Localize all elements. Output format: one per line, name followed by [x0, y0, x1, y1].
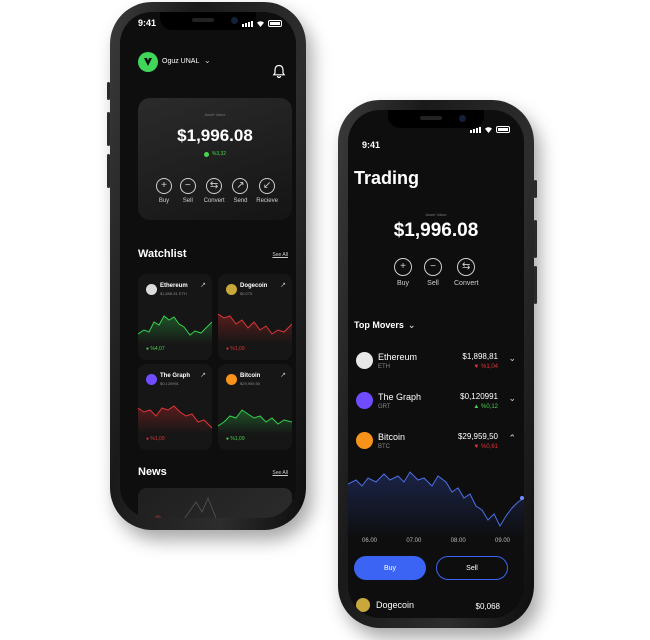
mover-bitcoin[interactable]: Bitcoin BTC $29,959,50 ▼ %0,61 ⌃: [356, 426, 516, 466]
chart-time-axis: 06.00 07.00 08.00 09.00: [362, 538, 510, 544]
chevron-down-icon[interactable]: ⌄: [204, 56, 211, 65]
change-value: ● %4,07: [146, 346, 165, 352]
signal-icon: [242, 20, 253, 27]
battery-icon: [496, 126, 510, 133]
send-icon: ↗: [232, 178, 249, 194]
watchlist-title: Watchlist: [138, 248, 187, 260]
chart-cursor: [520, 496, 524, 500]
convert-icon: ⇆: [457, 258, 476, 276]
balance-change: %3,32: [138, 151, 292, 157]
dogecoin-icon: [226, 284, 237, 295]
page-title: Trading: [354, 168, 420, 188]
time-tick: 07.00: [406, 538, 422, 544]
up-arrow-icon: [203, 151, 209, 157]
bitcoin-icon: [356, 432, 373, 449]
sparkline: [218, 313, 292, 344]
chevron-down-icon[interactable]: ⌄: [508, 353, 516, 364]
status-time: 9:41: [362, 140, 381, 150]
sparkline: [138, 315, 212, 344]
time-tick: 06.00: [362, 538, 378, 544]
watchlist-card-dogecoin[interactable]: Dogecoin $0,075 ↗ ● %1,09: [218, 274, 292, 360]
ethereum-icon: [146, 284, 157, 295]
watchlist-card-bitcoin[interactable]: Bitcoin $29,959,50 ↗ ● %1,09: [218, 364, 292, 450]
bitcoin-icon: [226, 374, 237, 385]
minus-icon: −: [424, 258, 442, 276]
balance-amount: $1,996.08: [177, 126, 253, 145]
right-phone: 9:41 Trading Asset Value $1,996.08 + Buy …: [338, 100, 537, 628]
change-value: ● %1,09: [226, 436, 245, 442]
signal-icon: [470, 126, 481, 133]
ethereum-icon: [356, 352, 373, 369]
watchlist-card-the-graph[interactable]: The Graph $0,120991 ↗ ● %1,09: [138, 364, 212, 450]
change-value: ▼ %1,04: [473, 364, 498, 370]
buy-action[interactable]: + Buy: [394, 258, 412, 287]
balance-amount: $1,996.08: [393, 220, 479, 241]
external-link-icon[interactable]: ↗: [200, 281, 206, 289]
status-time: 9:41: [138, 18, 157, 28]
balance-label: Asset Value: [204, 112, 226, 117]
bell-icon[interactable]: [272, 64, 286, 78]
chevron-up-icon[interactable]: ⌃: [508, 433, 516, 444]
change-value: ▼ %0,61: [473, 444, 498, 450]
plus-icon: +: [394, 258, 412, 276]
status-icons: [242, 20, 282, 27]
time-tick: 08.00: [450, 538, 466, 544]
news-image: [155, 496, 217, 518]
right-screen: 9:41 Trading Asset Value $1,996.08 + Buy …: [348, 110, 524, 618]
plus-icon: +: [156, 178, 172, 194]
status-icons: [470, 126, 510, 133]
watchlist-see-all[interactable]: See All: [272, 252, 288, 258]
chevron-down-icon[interactable]: ⌄: [508, 393, 516, 404]
mover-the-graph[interactable]: The Graph GRT $0,120991 ▲ %0,12 ⌄: [356, 386, 516, 426]
the-graph-icon: [146, 374, 157, 385]
convert-icon: ⇆: [206, 178, 223, 194]
the-graph-icon: [356, 392, 373, 409]
watchlist-card-ethereum[interactable]: Ethereum $1,898.81 ETH ↗ ● %4,07: [138, 274, 212, 360]
sparkline: [138, 405, 212, 434]
convert-action[interactable]: ⇆ Convert: [454, 258, 479, 287]
buy-button[interactable]: Buy: [354, 556, 426, 580]
sell-action[interactable]: − Sell: [424, 258, 442, 287]
change-value: ● %1,09: [226, 346, 245, 352]
balance-label: Asset Value: [425, 212, 447, 217]
price-chart[interactable]: [348, 462, 524, 538]
left-phone: 9:41 Oguz UNAL ⌄ Asset Value $1,996.08 %…: [107, 2, 306, 530]
sparkline: [218, 409, 292, 434]
wifi-icon: [257, 21, 264, 27]
mover-ethereum[interactable]: Ethereum ETH $1,898,81 ▼ %1,04 ⌄: [356, 346, 516, 386]
left-screen: 9:41 Oguz UNAL ⌄ Asset Value $1,996.08 %…: [120, 12, 296, 518]
top-movers-header[interactable]: Top Movers ⌄: [354, 320, 415, 331]
quick-actions: + Buy − Sell ⇆ Convert: [394, 258, 479, 287]
external-link-icon[interactable]: ↗: [200, 371, 206, 379]
avatar[interactable]: [138, 52, 158, 72]
news-card[interactable]: [138, 488, 292, 518]
quick-actions: + Buy − Sell ⇆ Convert ↗ Send ↙ Recieve: [156, 178, 278, 204]
sell-action[interactable]: − Sell: [179, 178, 196, 204]
mover-dogecoin-peek[interactable]: Dogecoin $0,068: [356, 596, 516, 618]
send-action[interactable]: ↗ Send: [232, 178, 249, 204]
buy-action[interactable]: + Buy: [156, 178, 172, 204]
external-link-icon[interactable]: ↗: [280, 281, 286, 289]
convert-action[interactable]: ⇆ Convert: [204, 178, 225, 204]
external-link-icon[interactable]: ↗: [280, 371, 286, 379]
news-see-all[interactable]: See All: [272, 470, 288, 476]
time-tick: 09.00: [494, 538, 510, 544]
receive-icon: ↙: [259, 178, 276, 194]
balance-card: Asset Value $1,996.08 %3,32 + Buy − Sell ⇆…: [138, 98, 292, 220]
chevron-down-icon: ⌄: [407, 320, 416, 330]
sell-button[interactable]: Sell: [436, 556, 508, 580]
wifi-icon: [485, 127, 492, 133]
receive-action[interactable]: ↙ Recieve: [256, 178, 278, 204]
news-title: News: [138, 466, 167, 478]
minus-icon: −: [179, 178, 196, 194]
change-value: ● %1,09: [146, 436, 165, 442]
battery-icon: [268, 20, 282, 27]
logo-icon: [144, 58, 152, 66]
dogecoin-icon: [356, 598, 370, 612]
user-name[interactable]: Oguz UNAL: [162, 58, 199, 65]
change-value: ▲ %0,12: [473, 404, 498, 410]
